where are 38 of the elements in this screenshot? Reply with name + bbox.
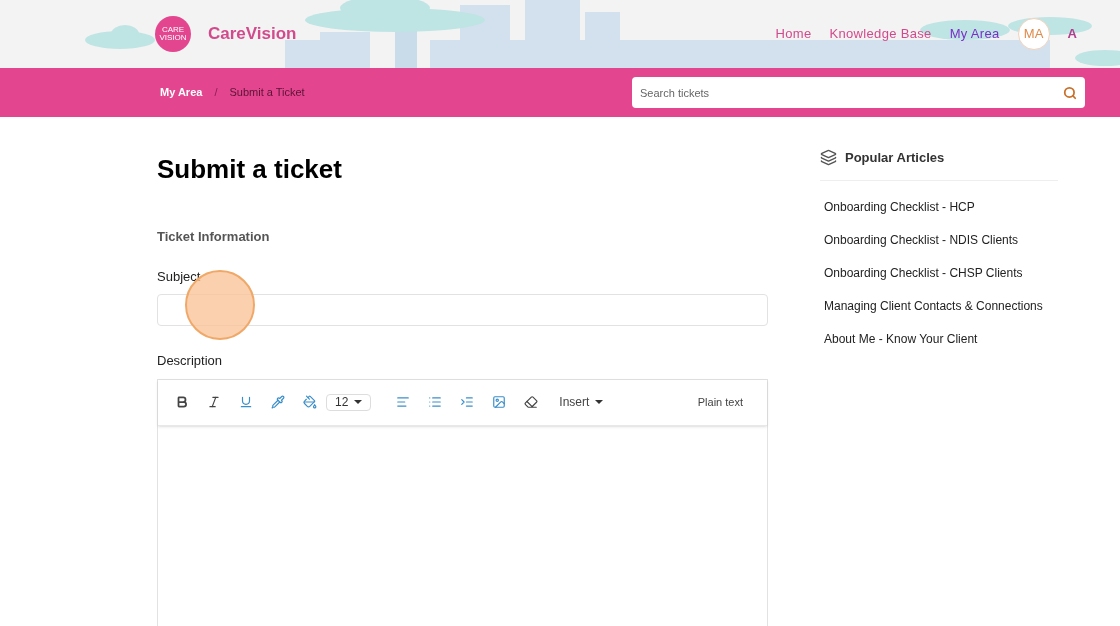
breadcrumb-link[interactable]: My Area <box>160 84 203 101</box>
article-link[interactable]: Onboarding Checklist - NDIS Clients <box>824 231 1058 248</box>
article-link[interactable]: Onboarding Checklist - HCP <box>824 198 1058 215</box>
page-title: Submit a ticket <box>157 153 343 186</box>
layers-icon <box>820 149 837 167</box>
insert-dropdown[interactable]: Insert <box>559 393 604 411</box>
image-icon <box>492 395 507 409</box>
caret-icon <box>595 400 604 404</box>
section-title: Ticket Information <box>157 228 271 246</box>
field-label: Subject <box>157 267 202 286</box>
field-label: Description <box>157 352 224 370</box>
italic-icon <box>207 395 221 409</box>
search-field[interactable]: Search tickets <box>632 77 1085 108</box>
nav-link[interactable]: My Area <box>949 24 1000 44</box>
caret-icon <box>354 400 363 404</box>
underline-icon <box>239 395 253 409</box>
article-link[interactable]: Managing Client Contacts & Connections <box>824 297 1058 314</box>
breadcrumb-separator: / <box>214 85 218 101</box>
brand-name[interactable]: CareVision <box>208 21 297 47</box>
nav-link[interactable]: Home <box>775 24 812 44</box>
eraser-icon <box>524 395 539 409</box>
font-size-button[interactable]: A <box>1067 24 1077 44</box>
indent-icon <box>460 395 475 409</box>
bold-icon <box>175 395 189 409</box>
article-link[interactable]: Onboarding Checklist - CHSP Clients <box>824 264 1058 281</box>
rich-text-editor[interactable]: 12 Insert Plain text <box>157 378 768 626</box>
article-link[interactable]: About Me - Know Your Client <box>824 330 1058 347</box>
font-size-dropdown[interactable]: 12 <box>326 393 372 411</box>
nav-link[interactable]: Knowledge Base <box>829 24 932 44</box>
sidebar-title: Popular Articles <box>845 149 945 167</box>
plain-text-toggle[interactable]: Plain text <box>697 393 743 411</box>
logo-text: CARE <box>161 26 185 34</box>
logo-badge[interactable]: CARE VISION <box>155 16 191 52</box>
logo-text: VISION <box>159 34 187 42</box>
search-icon <box>1063 86 1077 100</box>
breadcrumb-link[interactable]: Submit a Ticket <box>229 84 305 101</box>
align-icon <box>396 395 411 409</box>
list-icon <box>428 395 443 409</box>
